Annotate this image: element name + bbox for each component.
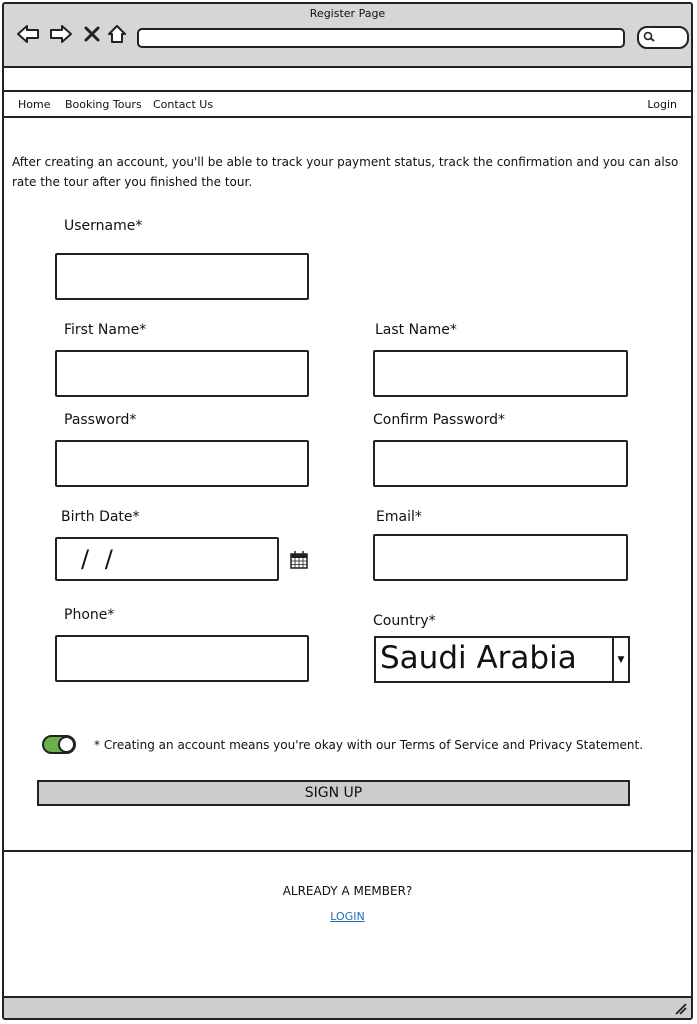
nav-link-home[interactable]: Home: [18, 98, 50, 111]
country-selected-value: Saudi Arabia: [380, 640, 577, 676]
already-member-text: ALREADY A MEMBER?: [282, 884, 413, 898]
login-link[interactable]: LOGIN: [4, 910, 691, 923]
browser-chrome: Register Page: [4, 4, 691, 68]
phone-label: Phone*: [64, 607, 115, 623]
window-title: Register Page: [309, 7, 386, 20]
chevron-down-icon[interactable]: ▼: [612, 638, 628, 681]
password-input[interactable]: [55, 440, 309, 487]
status-bar: [4, 996, 691, 1018]
search-field[interactable]: [637, 26, 689, 49]
close-icon[interactable]: [80, 22, 104, 46]
address-bar[interactable]: [137, 28, 625, 48]
password-label: Password*: [64, 412, 137, 428]
sign-up-button[interactable]: SIGN UP: [37, 780, 630, 806]
forward-arrow-icon[interactable]: [49, 22, 73, 46]
terms-toggle[interactable]: [42, 735, 76, 754]
resize-grip-icon[interactable]: [674, 1002, 688, 1016]
intro-text: After creating an account, you'll be abl…: [12, 155, 679, 189]
terms-text: * Creating an account means you're okay …: [94, 738, 644, 752]
country-select[interactable]: Saudi Arabia ▼: [374, 636, 630, 683]
top-navigation: Home Booking Tours Contact Us Login: [4, 92, 691, 118]
email-label: Email*: [376, 509, 422, 525]
section-divider: [4, 850, 691, 852]
back-arrow-icon[interactable]: [16, 22, 40, 46]
last-name-label: Last Name*: [375, 322, 457, 338]
nav-link-login[interactable]: Login: [647, 98, 677, 111]
first-name-input[interactable]: [55, 350, 309, 397]
country-label: Country*: [373, 613, 436, 629]
confirm-password-label: Confirm Password*: [373, 412, 506, 428]
nav-link-booking-tours[interactable]: Booking Tours: [65, 98, 142, 111]
browser-window: Register Page Home Booking Tours Contact…: [2, 2, 693, 1020]
birth-date-input[interactable]: / /: [55, 537, 279, 581]
toggle-knob: [58, 736, 75, 753]
birth-date-value: / /: [81, 545, 117, 573]
last-name-input[interactable]: [373, 350, 628, 397]
home-icon[interactable]: [105, 22, 129, 46]
search-icon: [643, 31, 655, 42]
phone-input[interactable]: [55, 635, 309, 682]
email-input[interactable]: [373, 534, 628, 581]
first-name-label: First Name*: [64, 322, 147, 338]
username-input[interactable]: [55, 253, 309, 300]
confirm-password-input[interactable]: [373, 440, 628, 487]
birth-date-label: Birth Date*: [61, 509, 140, 525]
username-label: Username*: [64, 218, 143, 234]
browser-toolbar-strip: [4, 68, 691, 92]
nav-link-contact-us[interactable]: Contact Us: [153, 98, 213, 111]
calendar-icon[interactable]: [289, 550, 309, 570]
